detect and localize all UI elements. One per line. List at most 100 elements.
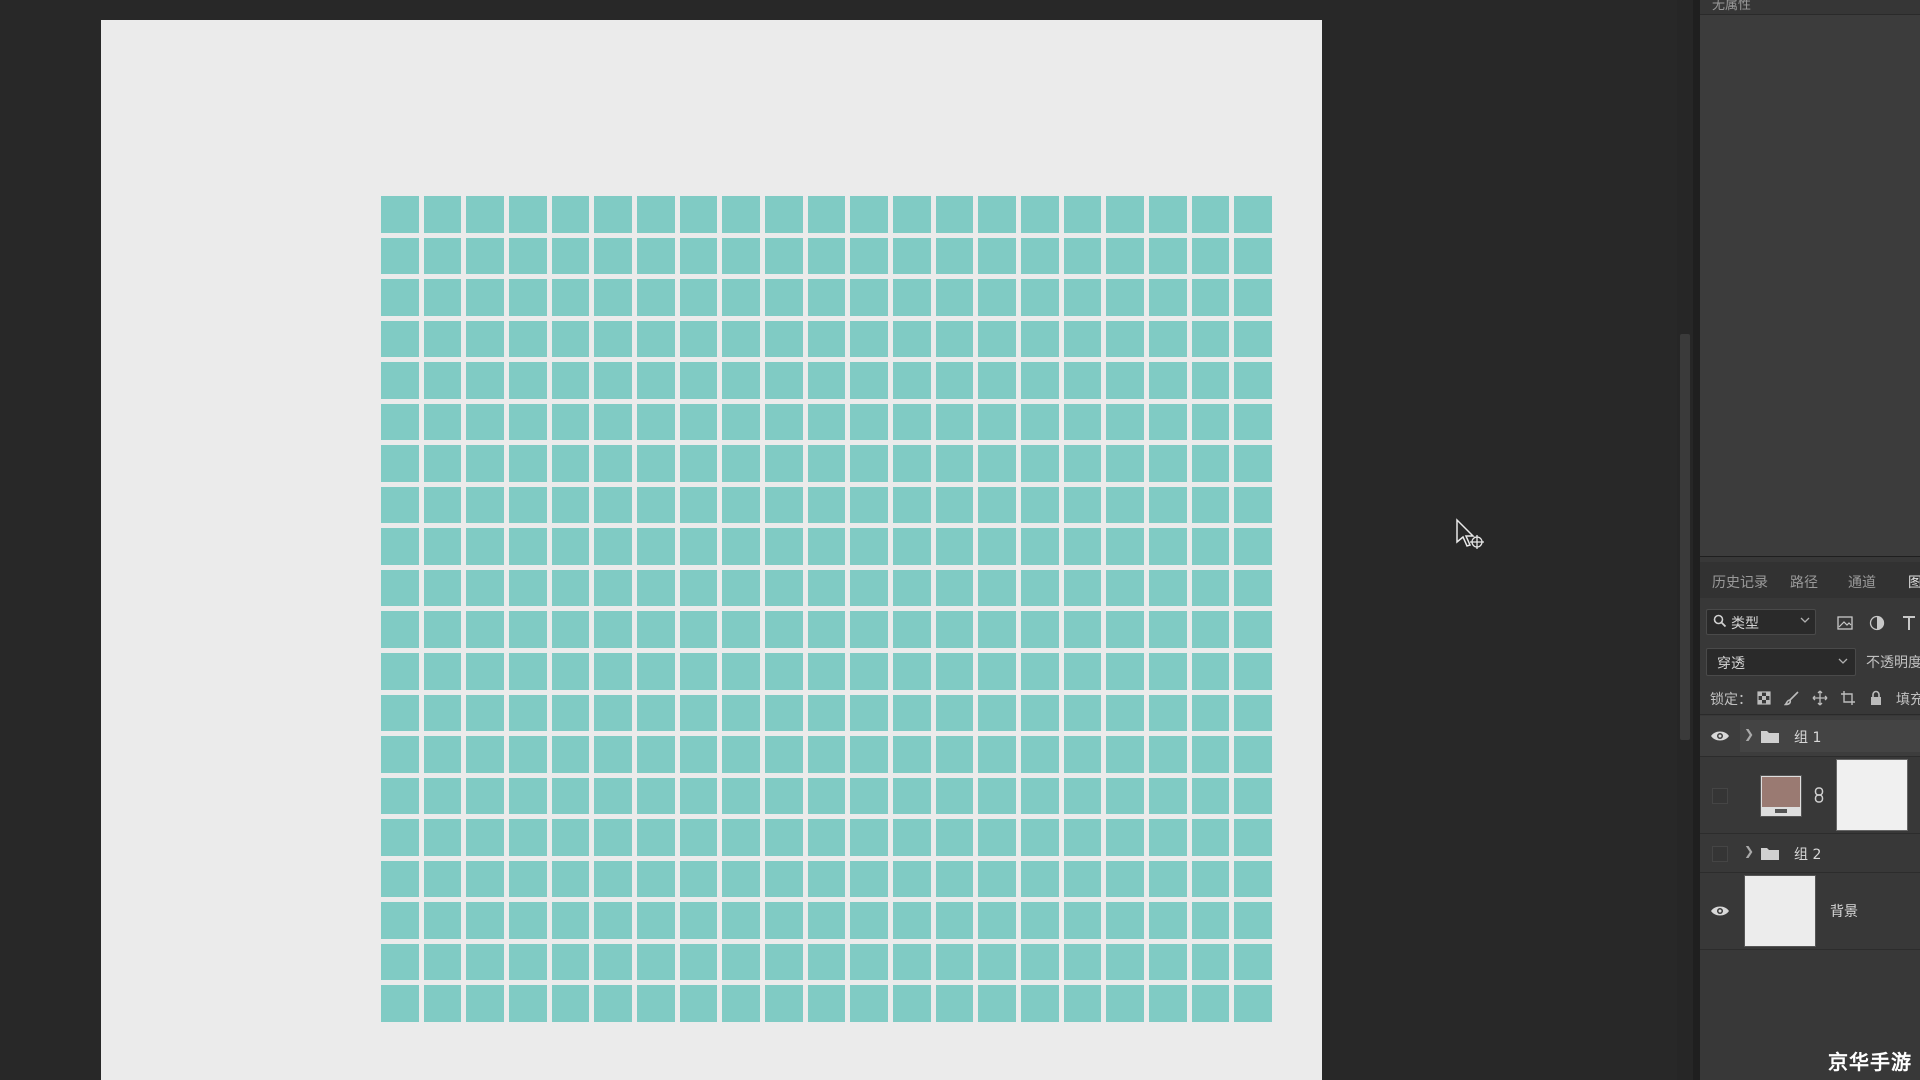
type-filter-icon[interactable]: [1900, 614, 1918, 632]
grid-tile: [594, 694, 632, 732]
eye-icon[interactable]: [1710, 904, 1730, 918]
chevron-right-icon[interactable]: ❯: [1744, 844, 1754, 858]
grid-tile: [807, 196, 846, 233]
layer-filter-row: 类型: [1700, 604, 1920, 640]
grid-tile: [893, 528, 931, 565]
grid-tile: [466, 653, 504, 690]
grid-tile: [381, 902, 419, 939]
chevron-right-icon[interactable]: ❯: [1744, 727, 1754, 741]
tab-channels[interactable]: 通道: [1848, 572, 1876, 592]
grid-tile: [679, 819, 718, 856]
lock-move-icon[interactable]: [1812, 690, 1828, 706]
layer-name[interactable]: 组 2: [1794, 844, 1821, 864]
grid-tile: [978, 653, 1016, 690]
workspace-scrollbar[interactable]: [1677, 0, 1693, 1080]
grid-tile: [807, 611, 846, 649]
layer-row-group-2[interactable]: ❯ 组 2: [1700, 834, 1920, 873]
grid-tile: [1149, 694, 1187, 732]
grid-tile: [722, 943, 760, 981]
grid-tile: [509, 237, 547, 275]
grid-tile: [509, 445, 547, 482]
opacity-label: 不透明度: [1866, 655, 1920, 671]
grid-tile: [423, 569, 462, 607]
grid-tile: [1234, 528, 1272, 565]
grid-tile: [978, 320, 1016, 358]
layer-name[interactable]: 组 1: [1794, 727, 1821, 747]
grid-tile: [1063, 611, 1102, 649]
grid-tile: [381, 611, 419, 649]
image-filter-icon[interactable]: [1836, 614, 1854, 632]
grid-tile: [551, 403, 590, 441]
grid-tile: [850, 819, 888, 856]
document-canvas[interactable]: [101, 20, 1322, 1080]
grid-tile: [1149, 320, 1187, 358]
grid-tile: [807, 694, 846, 732]
document-workspace: [0, 0, 1677, 1080]
tab-paths[interactable]: 路径: [1790, 572, 1818, 592]
eye-icon[interactable]: [1710, 729, 1730, 743]
grid-tile: [637, 362, 675, 399]
grid-tile: [893, 943, 931, 981]
grid-tile: [850, 694, 888, 732]
scrollbar-thumb[interactable]: [1680, 334, 1690, 740]
grid-tile: [466, 445, 504, 482]
grid-tile: [1149, 943, 1187, 981]
grid-tile: [381, 985, 419, 1022]
grid-tile: [466, 611, 504, 649]
layer-row-group-1[interactable]: ❯ 组 1: [1700, 716, 1920, 757]
grid-tile: [850, 196, 888, 233]
blend-mode-select[interactable]: 穿透: [1706, 648, 1856, 676]
grid-tile: [551, 985, 590, 1022]
chain-link-icon[interactable]: [1814, 787, 1824, 803]
lock-all-icon[interactable]: [1868, 690, 1884, 706]
grid-tile: [1149, 445, 1187, 482]
grid-tile: [893, 860, 931, 898]
grid-tile: [423, 819, 462, 856]
layer-filter-select[interactable]: 类型: [1706, 609, 1816, 635]
layer-thumbnail-fill: [1762, 777, 1800, 807]
grid-tile: [807, 486, 846, 524]
grid-tile: [1063, 362, 1102, 399]
lock-paint-icon[interactable]: [1784, 690, 1800, 706]
grid-tile: [509, 486, 547, 524]
grid-tile: [637, 320, 675, 358]
grid-tile: [893, 694, 931, 732]
layer-row-background[interactable]: 背景: [1700, 873, 1920, 950]
grid-tile: [637, 445, 675, 482]
grid-tile: [594, 611, 632, 649]
grid-tile: [722, 860, 760, 898]
lock-artboard-icon[interactable]: [1840, 690, 1856, 706]
grid-tile: [765, 736, 803, 773]
layer-mask-thumbnail[interactable]: [1836, 759, 1908, 831]
grid-tile: [1063, 860, 1102, 898]
grid-tile: [381, 486, 419, 524]
grid-tile: [1106, 653, 1144, 690]
grid-tile: [765, 985, 803, 1022]
grid-tile: [551, 362, 590, 399]
grid-tile: [423, 777, 462, 815]
grid-tile: [1021, 320, 1059, 358]
grid-tile: [637, 694, 675, 732]
visibility-toggle-empty[interactable]: [1712, 788, 1728, 804]
lock-transparent-icon[interactable]: [1756, 690, 1772, 706]
visibility-toggle-empty[interactable]: [1712, 846, 1728, 862]
chevron-down-icon: [1800, 617, 1810, 623]
grid-tile: [978, 736, 1016, 773]
tab-layers[interactable]: 图: [1908, 572, 1920, 592]
tab-history[interactable]: 历史记录: [1712, 572, 1768, 592]
grid-tile: [423, 320, 462, 358]
layer-row-masked[interactable]: [1700, 757, 1920, 834]
grid-tile: [807, 819, 846, 856]
grid-tile: [423, 362, 462, 399]
grid-tile: [679, 860, 718, 898]
grid-tile: [381, 403, 419, 441]
grid-tile: [1021, 445, 1059, 482]
grid-tile: [1021, 819, 1059, 856]
grid-tile: [509, 362, 547, 399]
grid-tile: [551, 943, 590, 981]
layer-name[interactable]: 背景: [1830, 901, 1858, 921]
grid-tile: [1063, 403, 1102, 441]
adjustment-filter-icon[interactable]: [1868, 614, 1886, 632]
grid-tile: [1191, 694, 1230, 732]
grid-tile: [722, 528, 760, 565]
